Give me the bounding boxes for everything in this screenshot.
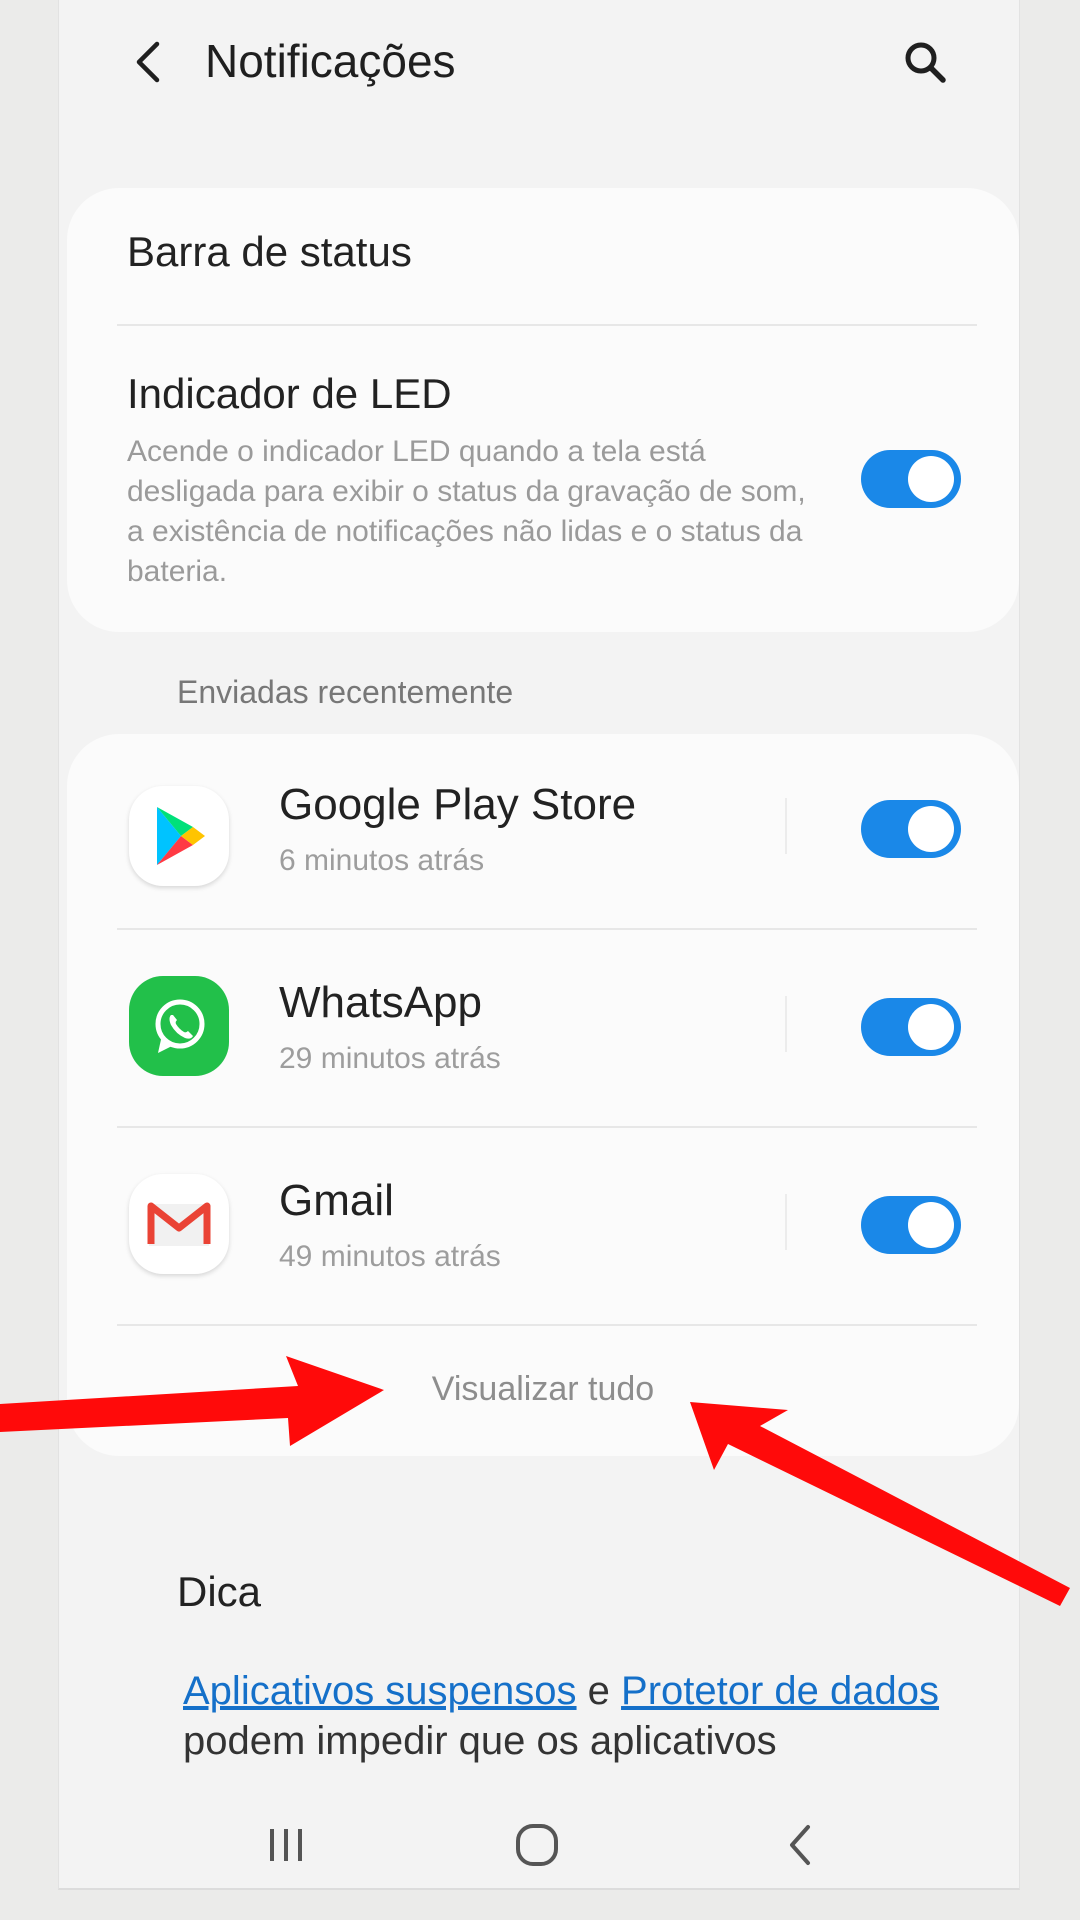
toggle-knob [908,806,954,852]
back-arrow-icon [136,41,160,83]
toggle-knob [908,456,954,502]
gmail-icon [129,1174,229,1274]
data-protector-link[interactable]: Protetor de dados [621,1669,939,1713]
home-button[interactable] [502,1814,572,1876]
back-button[interactable] [117,30,181,94]
tip-text: Aplicativos suspensos e Protetor de dado… [183,1666,983,1766]
app-time: 49 minutos atrás [279,1240,501,1273]
divider [117,928,977,930]
google-play-toggle[interactable] [861,800,961,858]
divider [785,1194,787,1250]
search-button[interactable] [893,30,957,94]
phone-screen: Notificações Barra de status Indicador d… [58,0,1020,1890]
whatsapp-icon [129,976,229,1076]
divider [117,1126,977,1128]
toggle-knob [908,1004,954,1050]
divider [785,996,787,1052]
divider [117,1324,977,1326]
app-time: 6 minutos atrás [279,844,485,877]
page-title: Notificações [205,35,456,87]
app-time: 29 minutos atrás [279,1042,501,1075]
home-icon [516,1824,558,1866]
status-settings-card: Barra de status Indicador de LED Acende … [67,188,1019,632]
app-name[interactable]: Gmail [279,1176,394,1226]
app-name[interactable]: Google Play Store [279,780,636,830]
section-label-recent: Enviadas recentemente [177,674,514,710]
divider [785,798,787,854]
status-bar-item[interactable]: Barra de status [127,228,412,276]
recent-apps-card: Google Play Store 6 minutos atrás WhatsA… [67,734,1019,1456]
recents-button[interactable] [251,1814,321,1876]
led-indicator-title[interactable]: Indicador de LED [127,370,452,418]
tip-title: Dica [177,1568,262,1615]
nav-back-button[interactable] [765,1814,835,1876]
divider [117,324,977,326]
google-play-icon [129,786,229,886]
led-indicator-toggle[interactable] [861,450,961,508]
back-icon [790,1825,810,1865]
search-icon [905,42,946,83]
suspended-apps-link[interactable]: Aplicativos suspensos [183,1669,577,1713]
gmail-toggle[interactable] [861,1196,961,1254]
view-all-button[interactable]: Visualizar tudo [67,1370,1019,1409]
app-name[interactable]: WhatsApp [279,978,482,1028]
tip-conjunction: e [576,1669,622,1713]
led-indicator-description: Acende o indicador LED quando a tela est… [127,435,806,588]
navigation-bar [59,1800,1019,1888]
tip-rest: podem impedir que os aplicativos [183,1719,777,1763]
toggle-knob [908,1202,954,1248]
recents-icon [270,1829,302,1861]
whatsapp-toggle[interactable] [861,998,961,1056]
app-bar: Notificações [59,0,1019,130]
